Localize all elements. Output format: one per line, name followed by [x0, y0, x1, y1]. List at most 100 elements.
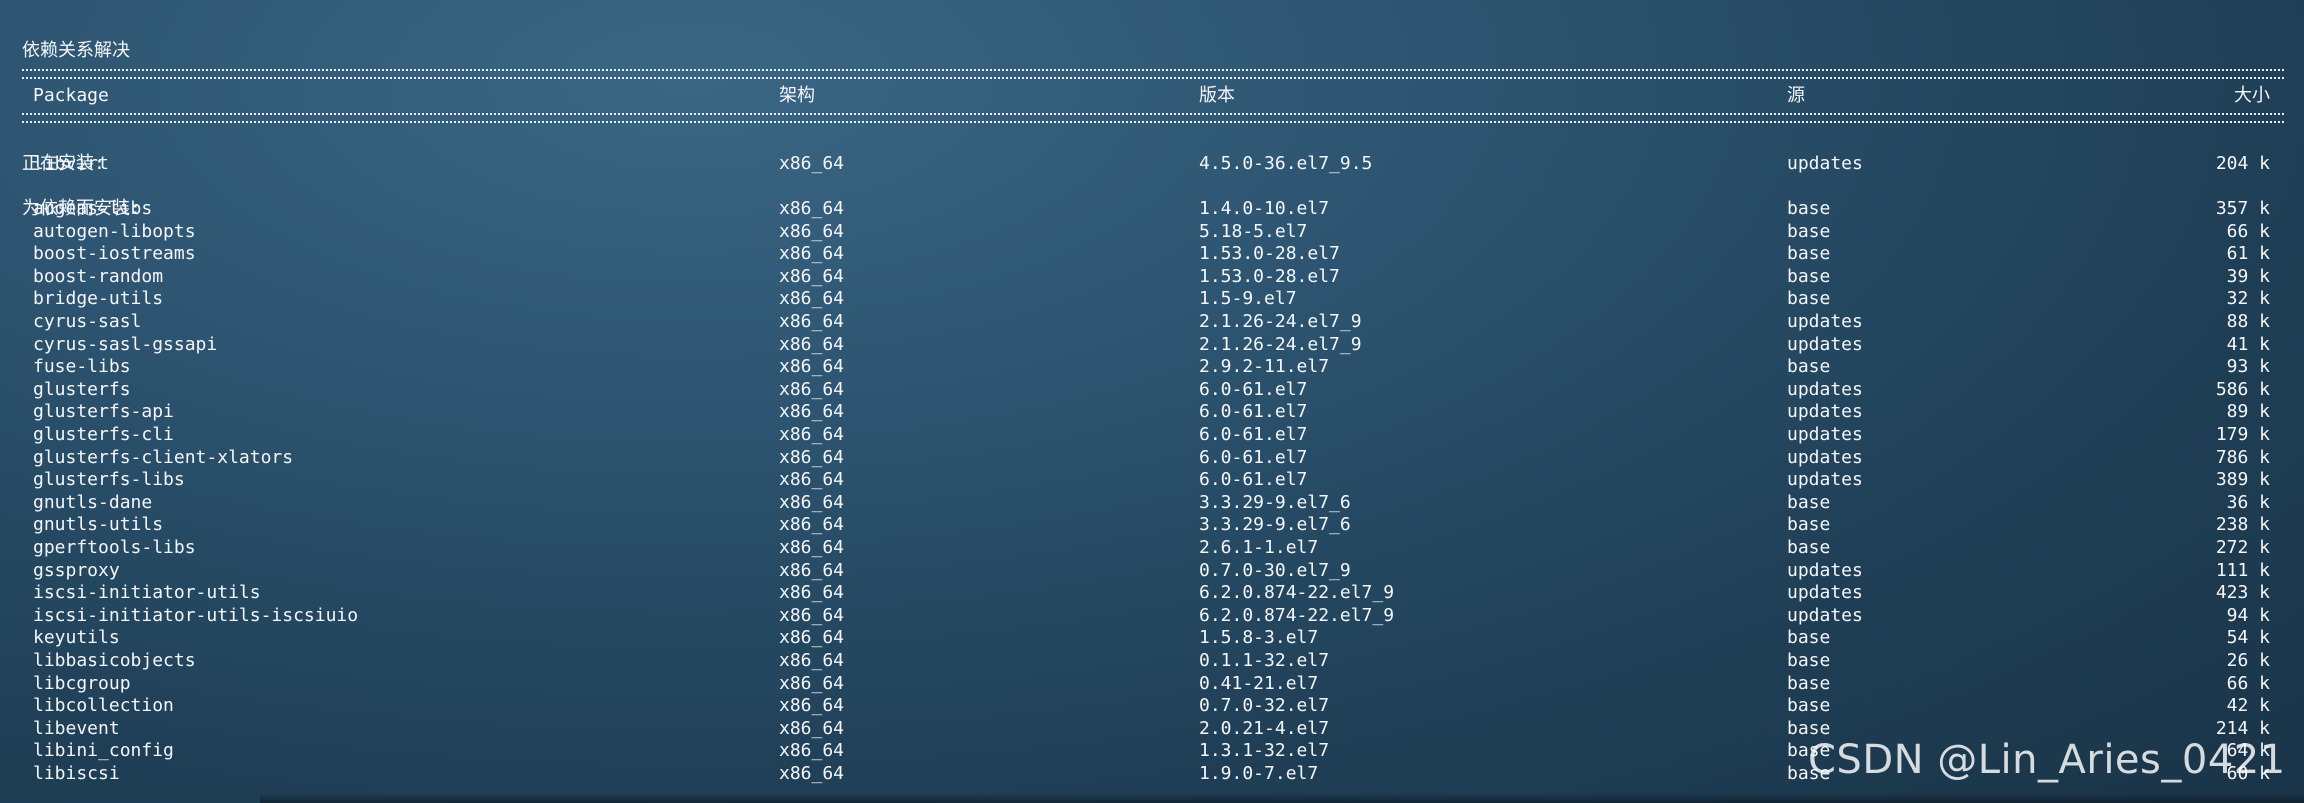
package-arch: x86_64	[779, 198, 845, 219]
package-arch: x86_64	[779, 333, 845, 355]
header-repo: 源	[1787, 85, 1805, 106]
package-version: 3.3.29-9.el7_6	[1199, 491, 1351, 513]
package-version: 1.5-9.el7	[1199, 288, 1297, 310]
package-version: 1.4.0-10.el7	[1199, 198, 1330, 219]
package-repo: base	[1787, 220, 1831, 242]
package-name: keyutils	[33, 627, 120, 649]
package-name: boost-random	[33, 265, 164, 287]
package-arch: x86_64	[779, 469, 845, 491]
package-name: iscsi-initiator-utils	[33, 582, 261, 604]
package-arch: x86_64	[779, 243, 845, 265]
package-repo: base	[1787, 537, 1831, 558]
package-version: 0.7.0-32.el7	[1199, 695, 1330, 717]
package-size: 94 k	[2226, 604, 2270, 626]
package-repo: updates	[1787, 153, 1863, 174]
package-version: 2.6.1-1.el7	[1199, 537, 1319, 558]
package-size: 66 k	[2226, 672, 2270, 694]
package-version: 1.53.0-28.el7	[1199, 265, 1340, 287]
package-repo: updates	[1787, 469, 1863, 491]
package-version: 1.53.0-28.el7	[1199, 243, 1340, 265]
header-top-rule	[22, 69, 2284, 79]
package-size: 93 k	[2226, 356, 2270, 378]
package-name: libcollection	[33, 695, 174, 717]
package-arch: x86_64	[779, 763, 845, 784]
package-name: gssproxy	[33, 559, 120, 581]
package-size: 423 k	[2215, 582, 2270, 604]
package-arch: x86_64	[779, 740, 845, 762]
package-size: 32 k	[2226, 288, 2270, 310]
header-arch: 架构	[779, 85, 815, 106]
package-arch: x86_64	[779, 311, 845, 332]
package-arch: x86_64	[779, 424, 845, 445]
package-version: 1.5.8-3.el7	[1199, 627, 1319, 649]
package-name: boost-iostreams	[33, 243, 196, 265]
package-arch: x86_64	[779, 650, 845, 671]
package-size: 204 k	[2215, 153, 2270, 174]
package-repo: updates	[1787, 311, 1863, 332]
package-version: 6.0-61.el7	[1199, 424, 1308, 445]
package-version: 6.2.0.874-22.el7_9	[1199, 604, 1395, 626]
package-arch: x86_64	[779, 695, 845, 717]
package-name: gperftools-libs	[33, 537, 196, 558]
package-version: 0.41-21.el7	[1199, 672, 1319, 694]
package-size: 786 k	[2215, 446, 2270, 468]
package-arch: x86_64	[779, 446, 845, 468]
package-arch: x86_64	[779, 717, 845, 739]
package-repo: updates	[1787, 378, 1863, 400]
package-repo: updates	[1787, 333, 1863, 355]
package-repo: updates	[1787, 446, 1863, 468]
package-repo: base	[1787, 356, 1831, 378]
package-repo: base	[1787, 243, 1831, 265]
package-arch: x86_64	[779, 378, 845, 400]
table-header-row: Package 架构 版本 源 大小	[0, 85, 2270, 107]
package-version: 0.7.0-30.el7_9	[1199, 559, 1351, 581]
package-repo: base	[1787, 672, 1831, 694]
package-version: 5.18-5.el7	[1199, 220, 1308, 242]
title-line: 依赖关系解决	[0, 18, 130, 61]
package-size: 389 k	[2215, 469, 2270, 491]
package-size: 54 k	[2226, 627, 2270, 649]
package-arch: x86_64	[779, 537, 845, 558]
package-name: libcgroup	[33, 672, 131, 694]
package-arch: x86_64	[779, 356, 845, 378]
package-version: 1.3.1-32.el7	[1199, 740, 1330, 762]
package-version: 2.9.2-11.el7	[1199, 356, 1330, 378]
package-version: 2.1.26-24.el7_9	[1199, 311, 1362, 332]
package-arch: x86_64	[779, 559, 845, 581]
package-name: glusterfs	[33, 378, 131, 400]
package-arch: x86_64	[779, 220, 845, 242]
package-version: 6.0-61.el7	[1199, 401, 1308, 423]
package-version: 0.1.1-32.el7	[1199, 650, 1330, 671]
package-repo: base	[1787, 288, 1831, 310]
package-repo: updates	[1787, 604, 1863, 626]
package-name: libevent	[33, 717, 120, 739]
package-arch: x86_64	[779, 491, 845, 513]
package-name: glusterfs-libs	[33, 469, 185, 491]
section-installing: 正在安装:	[0, 131, 105, 174]
header-version: 版本	[1199, 85, 1235, 106]
package-name: libbasicobjects	[33, 650, 196, 671]
package-arch: x86_64	[779, 265, 845, 287]
package-repo: updates	[1787, 559, 1863, 581]
package-name: fuse-libs	[33, 356, 131, 378]
package-size: 111 k	[2215, 559, 2270, 581]
package-arch: x86_64	[779, 514, 845, 536]
package-size: 357 k	[2215, 198, 2270, 219]
package-name: gnutls-utils	[33, 514, 164, 536]
package-size: 89 k	[2226, 401, 2270, 423]
package-version: 1.9.0-7.el7	[1199, 763, 1319, 784]
watermark: CSDN @Lin_Aries_0421	[1808, 737, 2286, 783]
package-version: 4.5.0-36.el7_9.5	[1199, 153, 1373, 174]
section-deps: 为依赖而安装:	[0, 176, 141, 219]
package-name: libini_config	[33, 740, 174, 762]
package-name: augeas-libs	[33, 198, 153, 219]
package-arch: x86_64	[779, 401, 845, 423]
package-name: glusterfs-client-xlators	[33, 446, 294, 468]
package-size: 39 k	[2226, 265, 2270, 287]
package-arch: x86_64	[779, 604, 845, 626]
package-arch: x86_64	[779, 582, 845, 604]
package-version: 3.3.29-9.el7_6	[1199, 514, 1351, 536]
package-size: 238 k	[2215, 514, 2270, 536]
package-version: 6.2.0.874-22.el7_9	[1199, 582, 1395, 604]
package-repo: updates	[1787, 582, 1863, 604]
